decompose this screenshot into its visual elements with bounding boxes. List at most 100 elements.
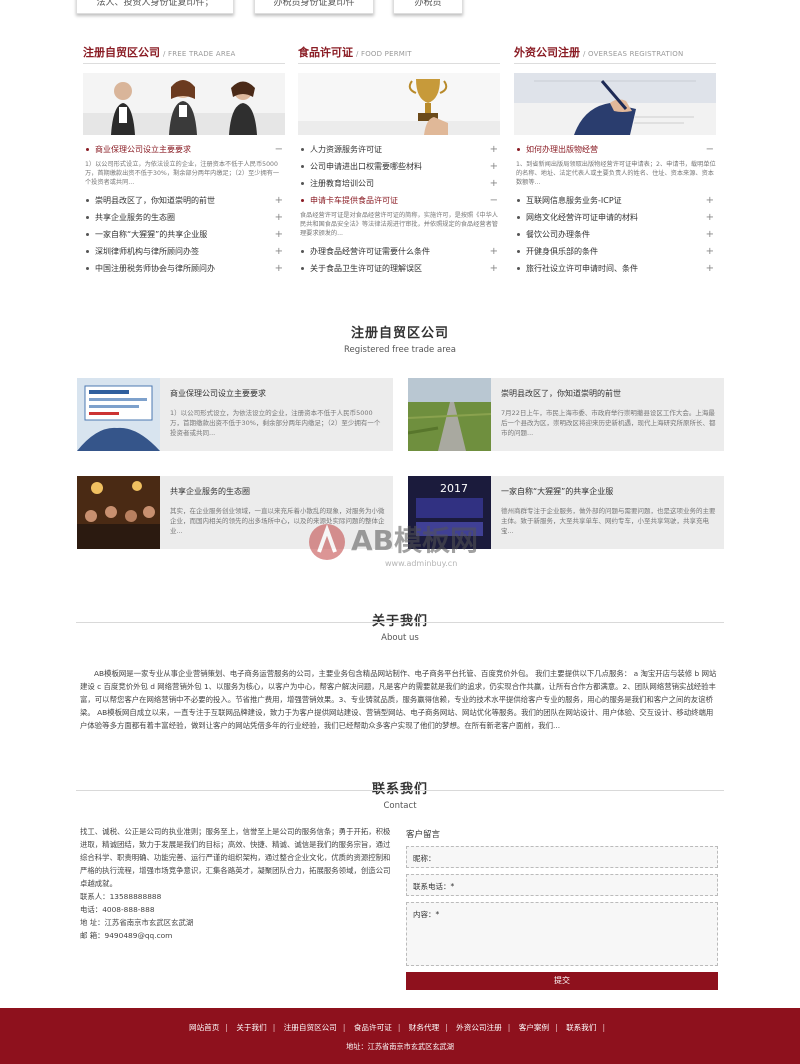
list-item[interactable]: 共享企业服务的生态圈 + bbox=[83, 209, 285, 226]
news-description: 7月22日上午，市民上海市委、市政府举行崇明撤县设区工作大会。上海最后一个县改为… bbox=[501, 409, 716, 437]
plus-icon[interactable]: + bbox=[490, 260, 498, 277]
contact-email: 邮 箱：9490489@qq.com bbox=[80, 931, 173, 940]
footer-link-overseas[interactable]: 外资公司注册 bbox=[456, 1023, 502, 1032]
list-item[interactable]: 办理食品经营许可证需要什么条件 + bbox=[298, 243, 500, 260]
plus-icon[interactable]: + bbox=[275, 226, 283, 243]
list-item[interactable]: 深圳律师机构与律所顾问办签 + bbox=[83, 243, 285, 260]
list-item[interactable]: 注册教育培训公司 + bbox=[298, 175, 500, 192]
news-title[interactable]: 一家自称“大猩猩”的共享企业服 bbox=[501, 486, 716, 497]
contact-person: 联系人：13588888888 bbox=[80, 892, 162, 901]
section-subheading: Registered free trade area bbox=[344, 345, 456, 355]
business-people-image bbox=[83, 73, 285, 135]
section-title-about: 关于我们 About us bbox=[76, 610, 724, 643]
footer-link-about[interactable]: 关于我们 bbox=[236, 1023, 266, 1032]
news-title[interactable]: 共享企业服务的生态圈 bbox=[170, 486, 385, 497]
watermark-url: www.adminbuy.cn bbox=[385, 559, 457, 568]
section-title-contact: 联系我们 Contact bbox=[76, 778, 724, 811]
news-title[interactable]: 商业保理公司设立主要要求 bbox=[170, 388, 385, 399]
top-button-2[interactable]: 办税员身份证复印件 bbox=[254, 0, 374, 14]
plus-icon[interactable]: + bbox=[706, 209, 714, 226]
phone-field[interactable]: 联系电话：* bbox=[406, 874, 718, 896]
plus-icon[interactable]: + bbox=[706, 260, 714, 277]
column-header: 注册自贸区公司 / FREE TRADE AREA bbox=[83, 44, 285, 64]
content-textarea[interactable]: 内容：* bbox=[406, 902, 718, 966]
footer: 网站首页 | 关于我们 | 注册自贸区公司 | 食品许可证 | 财务代理 | 外资公司注册… bbox=[0, 1008, 800, 1064]
minus-icon[interactable]: − bbox=[706, 141, 714, 158]
top-button-3[interactable]: 办税员 bbox=[393, 0, 463, 14]
news-card[interactable]: 2017 一家自称“大猩猩”的共享企业服 德州商群专注于企业服务，做外部的问题与… bbox=[408, 476, 724, 549]
contact-phone: 电话：4008-888-888 bbox=[80, 905, 155, 914]
news-thumbnail bbox=[77, 476, 160, 549]
section-heading: 注册自贸区公司 bbox=[350, 326, 449, 341]
plus-icon[interactable]: + bbox=[490, 175, 498, 192]
card-badge: 2017 bbox=[440, 482, 468, 495]
plus-icon[interactable]: + bbox=[490, 243, 498, 260]
column-free-trade: 注册自贸区公司 / FREE TRADE AREA 商业保理公司设立主要要求 − … bbox=[83, 44, 285, 277]
trophy-image bbox=[298, 73, 500, 135]
list-item[interactable]: 一家自称“大猩猩”的共享企业服 + bbox=[83, 226, 285, 243]
list-item[interactable]: 互联网信息服务业务-ICP证 + bbox=[514, 192, 716, 209]
section-title-free-trade: 注册自贸区公司 Registered free trade area bbox=[76, 322, 724, 355]
top-buttons: 法人、投资人身份证复印件； 办税员身份证复印件 办税员 bbox=[0, 0, 800, 18]
list-item[interactable]: 开健身俱乐部的条件 + bbox=[514, 243, 716, 260]
news-title[interactable]: 崇明县改区了，你知道崇明的前世 bbox=[501, 388, 716, 399]
list-item[interactable]: 申请卡车提供食品许可证 − bbox=[298, 192, 500, 209]
news-description: 其实，在企业服务创业领域，一直以来充斥着小散乱的现象，对服务为小微企业，而国内相… bbox=[170, 507, 385, 535]
plus-icon[interactable]: + bbox=[706, 192, 714, 209]
plus-icon[interactable]: + bbox=[490, 141, 498, 158]
plus-icon[interactable]: + bbox=[706, 226, 714, 243]
list-item[interactable]: 人力资源服务许可证 + bbox=[298, 141, 500, 158]
list-item[interactable]: 餐饮公司办理条件 + bbox=[514, 226, 716, 243]
plus-icon[interactable]: + bbox=[275, 192, 283, 209]
news-description: 1）以公司形式设立，为依法设立的企业，注册资本不低于人民币5000万，首期缴款出… bbox=[170, 409, 381, 437]
submit-button[interactable]: 提交 bbox=[406, 972, 718, 990]
contact-address: 地 址：江苏省南京市玄武区玄武湖 bbox=[80, 918, 194, 927]
minus-icon[interactable]: − bbox=[490, 192, 498, 209]
list-item[interactable]: 中国注册税务师协会与律所顾问办 + bbox=[83, 260, 285, 277]
plus-icon[interactable]: + bbox=[706, 243, 714, 260]
column-subtitle: / OVERSEAS REGISTRATION bbox=[583, 50, 684, 58]
footer-nav: 网站首页 | 关于我们 | 注册自贸区公司 | 食品许可证 | 财务代理 | 外资公司注册… bbox=[188, 1023, 605, 1032]
news-card[interactable]: 商业保理公司设立主要要求 1）以公司形式设立，为依法设立的企业，注册资本不低于人… bbox=[77, 378, 393, 451]
list-item[interactable]: 关于食品卫生许可证的理解误区 + bbox=[298, 260, 500, 277]
list-item[interactable]: 网络文化经营许可证申请的材料 + bbox=[514, 209, 716, 226]
minus-icon[interactable]: − bbox=[275, 141, 283, 158]
footer-link-contact[interactable]: 联系我们 bbox=[566, 1023, 596, 1032]
list-item[interactable]: 崇明县改区了，你知道崇明的前世 + bbox=[83, 192, 285, 209]
news-card[interactable]: 崇明县改区了，你知道崇明的前世 7月22日上午，市民上海市委、市政府举行崇明撤县… bbox=[408, 378, 724, 451]
list-item[interactable]: 如何办理出版物经营 − bbox=[514, 141, 716, 158]
plus-icon[interactable]: + bbox=[275, 209, 283, 226]
footer-link-finance[interactable]: 财务代理 bbox=[409, 1023, 439, 1032]
column-header: 食品许可证 / FOOD PERMIT bbox=[298, 44, 500, 64]
footer-link-cases[interactable]: 客户案例 bbox=[519, 1023, 549, 1032]
list-item-description: 1）以公司形式设立，为依法设立的企业，注册资本不低于人民币5000万，首期缴款出… bbox=[85, 161, 280, 186]
contact-intro: 找工、诚税、公正是公司的执业准则；服务至上，信誉至上是公司的服务信条；勇于开拓，… bbox=[80, 827, 391, 888]
plus-icon[interactable]: + bbox=[275, 243, 283, 260]
column-title[interactable]: 食品许可证 bbox=[298, 44, 353, 60]
list-item[interactable]: 旅行社设立许可申请时间、条件 + bbox=[514, 260, 716, 277]
column-title[interactable]: 注册自贸区公司 bbox=[83, 44, 160, 60]
column-subtitle: / FOOD PERMIT bbox=[356, 50, 412, 58]
list-item-description: 1、到省新闻出版局领取出版物经营许可证申请表；2、申请书，载明单位的名称、地址、… bbox=[516, 161, 716, 186]
column-title[interactable]: 外资公司注册 bbox=[514, 44, 580, 60]
section-heading: 关于我们 bbox=[371, 614, 428, 629]
section-subheading: About us bbox=[381, 633, 419, 643]
column-overseas: 外资公司注册 / OVERSEAS REGISTRATION 如何办理出版物经营… bbox=[514, 44, 716, 277]
top-button-1[interactable]: 法人、投资人身份证复印件； bbox=[76, 0, 234, 14]
footer-link-food-permit[interactable]: 食品许可证 bbox=[354, 1023, 392, 1032]
contact-info: 找工、诚税、公正是公司的执业准则；服务至上，信誉至上是公司的服务信条；勇于开拓，… bbox=[80, 825, 392, 942]
news-thumbnail: 2017 bbox=[408, 476, 491, 549]
news-thumbnail bbox=[408, 378, 491, 451]
writing-hand-image bbox=[514, 73, 716, 135]
nickname-field[interactable]: 昵称： bbox=[406, 846, 718, 868]
form-title: 客户留言 bbox=[406, 830, 441, 840]
plus-icon[interactable]: + bbox=[275, 260, 283, 277]
footer-link-home[interactable]: 网站首页 bbox=[189, 1023, 219, 1032]
list-item-description: 食品经营许可证是对食品经营许可证的简称，实施许可，是按照《中华人民共和国食品安全… bbox=[300, 212, 498, 237]
footer-link-free-trade[interactable]: 注册自贸区公司 bbox=[284, 1023, 337, 1032]
list-item[interactable]: 商业保理公司设立主要要求 − bbox=[83, 141, 285, 158]
list-item[interactable]: 公司申请进出口权需要哪些材料 + bbox=[298, 158, 500, 175]
about-text: AB模板网是一家专业从事企业营销策划、电子商务运营服务的公司，主要业务包含精品网… bbox=[80, 669, 717, 730]
plus-icon[interactable]: + bbox=[490, 158, 498, 175]
news-card[interactable]: 共享企业服务的生态圈 其实，在企业服务创业领域，一直以来充斥着小散乱的现象，对服… bbox=[77, 476, 393, 549]
